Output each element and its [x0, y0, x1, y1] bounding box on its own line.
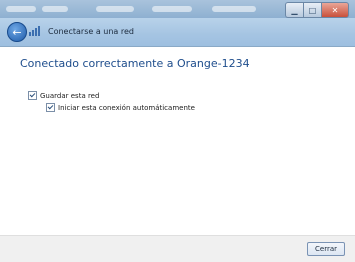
blurred-item: [6, 6, 36, 12]
minimize-button[interactable]: ▁: [285, 2, 303, 18]
close-window-button[interactable]: ✕: [321, 2, 349, 18]
dialog-window: ▁ □ ✕ ← Conectarse a una red Conectado c…: [0, 0, 355, 262]
network-icon: [29, 26, 40, 36]
back-button[interactable]: ←: [7, 22, 27, 42]
blurred-item: [96, 6, 134, 12]
blurred-item: [212, 6, 256, 12]
save-network-label: Guardar esta red: [40, 91, 100, 100]
back-arrow-icon: ←: [12, 25, 22, 39]
auto-connect-label: Iniciar esta conexión automáticamente: [58, 103, 195, 112]
maximize-button[interactable]: □: [303, 2, 321, 18]
caption-buttons: ▁ □ ✕: [285, 2, 349, 18]
dialog-footer: Cerrar: [0, 235, 355, 262]
blurred-item: [42, 6, 68, 12]
save-network-checkbox[interactable]: [28, 91, 37, 100]
auto-connect-checkbox[interactable]: [46, 103, 55, 112]
connection-status-heading: Conectado correctamente a Orange-1234: [20, 57, 250, 70]
maximize-icon: □: [308, 5, 317, 15]
blurred-item: [152, 6, 192, 12]
close-button[interactable]: Cerrar: [307, 242, 345, 256]
save-network-option[interactable]: Guardar esta red: [28, 91, 99, 100]
content-area: Conectado correctamente a Orange-1234 Gu…: [8, 47, 347, 234]
close-icon: ✕: [331, 5, 339, 15]
title-bar: ← Conectarse a una red: [0, 18, 355, 47]
auto-connect-option[interactable]: Iniciar esta conexión automáticamente: [46, 103, 195, 112]
minimize-icon: ▁: [291, 5, 298, 15]
window-title: Conectarse a una red: [48, 27, 134, 36]
